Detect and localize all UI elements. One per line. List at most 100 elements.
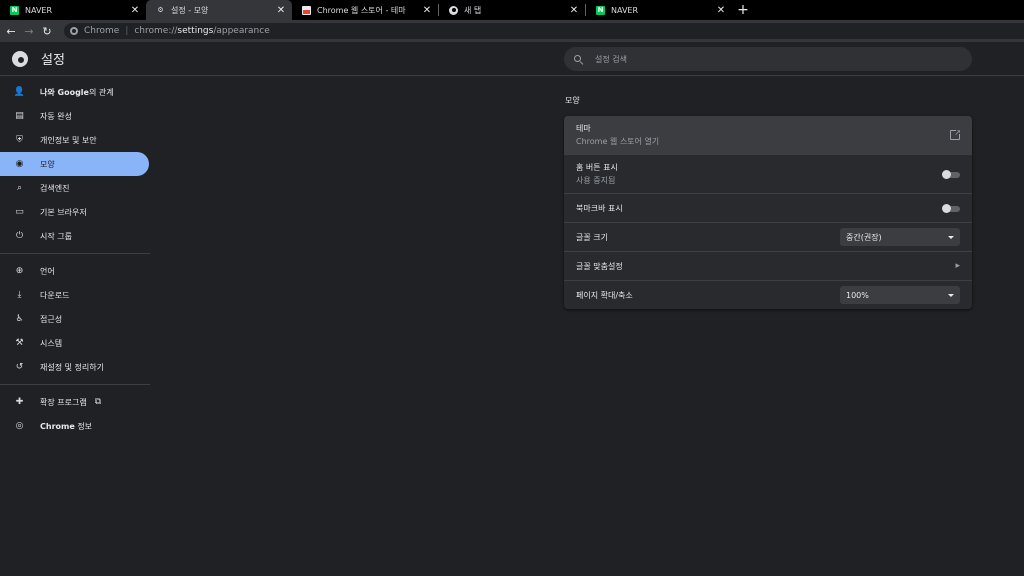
home-button-title: 홈 버튼 표시 (576, 163, 618, 172)
address-bar[interactable]: Chrome | chrome://settings/appearance (64, 23, 1024, 39)
settings-search-input[interactable]: 설정 검색 (564, 47, 972, 71)
tab-naver-1[interactable]: N NAVER ✕ (0, 0, 146, 20)
theme-row[interactable]: 테마 Chrome 웹 스토어 열기 ↗ (564, 116, 972, 154)
bookmarks-bar-toggle[interactable] (942, 203, 960, 213)
palette-icon: ◉ (15, 159, 24, 169)
bookmarks-bar-title: 북마크바 표시 (576, 203, 623, 213)
close-icon[interactable]: ✕ (276, 5, 286, 16)
section-title: 모양 (565, 96, 580, 105)
sidebar-item-label: 검색엔진 (40, 183, 70, 193)
page-zoom-select[interactable]: 100% (840, 286, 960, 304)
search-placeholder: 설정 검색 (595, 54, 627, 64)
toggle-knob (942, 169, 951, 179)
chrome-logo-icon (12, 50, 28, 67)
sidebar-item-label: 기본 브라우저 (40, 207, 87, 217)
tab-title: Chrome 웹 스토어 - 테마 (317, 5, 406, 15)
chevron-right-icon: ▸ (955, 261, 960, 271)
url-prefix: chrome:// (134, 26, 178, 36)
sidebar-item-label: 시작 그룹 (40, 231, 72, 241)
appearance-card: 테마 Chrome 웹 스토어 열기 ↗ 홈 버튼 표시 사용 중지됨 북마크바… (564, 116, 972, 309)
wrench-icon: ⚒ (15, 338, 24, 348)
globe-icon: ⊕ (15, 266, 24, 276)
customize-fonts-title: 글꼴 맞춤설정 (576, 261, 623, 271)
sidebar-item-privacy-security[interactable]: ⛨ 개인정보 및 보안 (0, 128, 152, 152)
theme-subtitle: Chrome 웹 스토어 열기 (576, 137, 660, 146)
sidebar-item-search-engine[interactable]: ⌕ 검색엔진 (0, 176, 152, 200)
home-button-toggle[interactable] (942, 169, 960, 179)
chrome-icon: ◎ (15, 421, 24, 431)
chrome-icon (70, 27, 78, 35)
bookmarks-bar-row[interactable]: 북마크바 표시 (564, 193, 972, 222)
sidebar-item-default-browser[interactable]: ▭ 기본 브라우저 (0, 200, 152, 224)
sidebar-divider (0, 253, 150, 254)
person-icon: 👤 (13, 87, 26, 97)
gear-icon: ⚙ (157, 6, 164, 14)
sidebar-item-system[interactable]: ⚒ 시스템 (0, 331, 152, 355)
reload-button[interactable]: ↻ (40, 24, 54, 38)
sidebar-item-label: 개인정보 및 보안 (40, 135, 97, 145)
download-icon: ⤓ (17, 290, 22, 300)
new-tab-button[interactable]: + (732, 0, 754, 20)
accessibility-icon: ♿ (15, 314, 24, 324)
sidebar-item-extensions[interactable]: ✚ 확장 프로그램 ⧉ (0, 390, 152, 414)
naver-icon: N (596, 5, 605, 15)
forward-button[interactable]: → (22, 24, 36, 38)
tab-naver-2[interactable]: N NAVER ✕ (586, 0, 732, 20)
settings-header: 설정 설정 검색 (0, 42, 1024, 76)
close-icon[interactable]: ✕ (716, 5, 726, 16)
page-zoom-row: 페이지 확대/축소 100% (564, 280, 972, 309)
sidebar-item-label: 자동 완성 (40, 111, 72, 121)
browser-toolbar: ← → ↻ Chrome | chrome://settings/appeara… (0, 20, 1024, 42)
close-icon[interactable]: ✕ (569, 5, 579, 16)
page-title: 설정 (41, 53, 65, 68)
theme-title: 테마 (576, 124, 591, 133)
sidebar-item-label: 나와 Google의 관계 (40, 87, 114, 97)
omnibox-separator: | (125, 26, 129, 36)
sidebar-item-languages[interactable]: ⊕ 언어 (0, 259, 152, 283)
power-icon: ⏻ (15, 231, 24, 241)
toggle-knob (942, 203, 951, 213)
close-icon[interactable]: ✕ (130, 5, 140, 16)
chevron-down-icon (948, 293, 954, 297)
open-in-new-icon[interactable]: ↗ (950, 128, 962, 140)
search-icon: ⌕ (16, 183, 23, 193)
url-host: settings (177, 26, 214, 36)
external-link-icon: ⧉ (94, 397, 102, 407)
tab-title: NAVER (611, 5, 639, 15)
sidebar-divider (0, 384, 150, 385)
search-icon (574, 54, 583, 64)
close-icon[interactable]: ✕ (422, 5, 432, 16)
sidebar-item-reset-cleanup[interactable]: ↺ 재설정 및 정리하기 (0, 355, 152, 379)
font-size-row: 글꼴 크기 중간(권장) (564, 222, 972, 251)
browser-icon: ▭ (15, 207, 24, 217)
puzzle-icon: ✚ (15, 397, 24, 407)
sidebar-item-label: 접근성 (40, 314, 63, 324)
site-label: Chrome (84, 26, 120, 36)
sidebar-item-you-and-google[interactable]: 👤 나와 Google의 관계 (0, 80, 152, 104)
font-size-select[interactable]: 중간(권장) (840, 228, 960, 246)
sidebar-item-accessibility[interactable]: ♿ 접근성 (0, 307, 152, 331)
customize-fonts-row[interactable]: 글꼴 맞춤설정 ▸ (564, 251, 972, 280)
sidebar-item-autofill[interactable]: ▤ 자동 완성 (0, 104, 152, 128)
home-button-row[interactable]: 홈 버튼 표시 사용 중지됨 (564, 154, 972, 193)
tab-new-tab[interactable]: 새 탭 ✕ (439, 0, 585, 20)
sidebar-item-on-startup[interactable]: ⏻ 시작 그룹 (0, 224, 152, 248)
page-zoom-value: 100% (846, 290, 869, 300)
history-icon: ↺ (15, 362, 24, 372)
sidebar-item-downloads[interactable]: ⤓ 다운로드 (0, 283, 152, 307)
chrome-icon (449, 5, 458, 15)
settings-sidebar: 👤 나와 Google의 관계 ▤ 자동 완성 ⛨ 개인정보 및 보안 ◉ 모양… (0, 80, 152, 438)
sidebar-item-label: 확장 프로그램 (40, 397, 87, 407)
sidebar-item-label: 모양 (40, 159, 55, 169)
tab-title: 새 탭 (464, 5, 482, 15)
url-path: /appearance (213, 26, 270, 36)
sidebar-item-about-chrome[interactable]: ◎ Chrome 정보 (0, 414, 152, 438)
tab-web-store[interactable]: Chrome 웹 스토어 - 테마 ✕ (292, 0, 438, 20)
tab-settings-appearance[interactable]: ⚙ 설정 - 모양 ✕ (146, 0, 292, 20)
back-button[interactable]: ← (4, 24, 18, 38)
font-size-value: 중간(권장) (846, 232, 882, 242)
tab-title: NAVER (25, 5, 53, 15)
sidebar-item-appearance[interactable]: ◉ 모양 (0, 152, 149, 176)
web-store-icon (302, 5, 311, 15)
tab-title: 설정 - 모양 (171, 5, 209, 15)
